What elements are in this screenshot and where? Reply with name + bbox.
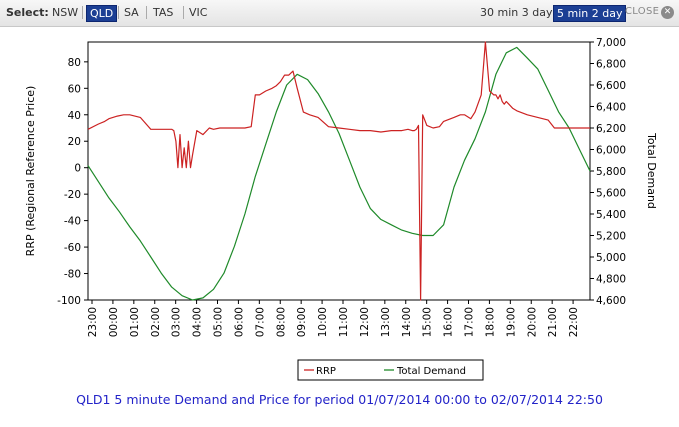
- x-tick-label: 13:00: [380, 307, 392, 337]
- chart-title: QLD1 5 minute Demand and Price for perio…: [76, 392, 603, 407]
- series-line-total-demand: [87, 46, 591, 301]
- y2-axis-ticks: 4,600 4,800 5,000 5,200 5,400 5,600 5,800 6,000…: [590, 37, 626, 307]
- close-icon[interactable]: ✕: [661, 6, 674, 19]
- y-tick-label: -40: [64, 216, 81, 228]
- y-tick-label: 40: [68, 110, 81, 122]
- region-separator: [82, 6, 83, 19]
- y-tick-label: -80: [64, 269, 81, 281]
- y-tick-label: -60: [64, 242, 81, 254]
- y-tick-label: -20: [64, 189, 81, 201]
- y2-tick-label: 4,800: [596, 274, 626, 286]
- y2-tick-label: 6,600: [596, 80, 626, 92]
- y2-tick-label: 4,600: [596, 295, 626, 307]
- x-tick-label: 19:00: [505, 307, 517, 337]
- x-tick-label: 17:00: [464, 307, 476, 337]
- y2-tick-label: 7,000: [596, 37, 626, 49]
- x-tick-label: 11:00: [338, 307, 350, 337]
- y-tick-label: -100: [57, 295, 81, 307]
- x-tick-label: 01:00: [129, 307, 141, 337]
- series-line-rrp: [87, 41, 590, 301]
- period-5min-2day-button[interactable]: 5 min 2 day: [553, 5, 627, 22]
- x-tick-label: 05:00: [213, 307, 225, 337]
- x-tick-label: 06:00: [233, 307, 245, 337]
- x-tick-label: 15:00: [422, 307, 434, 337]
- x-tick-label: 10:00: [317, 307, 329, 337]
- x-tick-label: 09:00: [296, 307, 308, 337]
- x-tick-label: 00:00: [108, 307, 120, 337]
- region-tab-sa[interactable]: SA: [121, 5, 142, 20]
- y2-tick-label: 5,800: [596, 166, 626, 178]
- y2-tick-label: 6,000: [596, 145, 626, 157]
- y-tick-label: 60: [68, 83, 81, 95]
- select-label: Select:: [6, 6, 49, 19]
- region-tab-nsw[interactable]: NSW: [49, 5, 81, 20]
- region-tab-vic[interactable]: VIC: [186, 5, 210, 20]
- y-tick-label: 20: [68, 136, 81, 148]
- y2-tick-label: 6,800: [596, 59, 626, 71]
- x-tick-label: 23:00: [87, 307, 99, 337]
- y2-tick-label: 5,200: [596, 231, 626, 243]
- y2-tick-label: 6,400: [596, 102, 626, 114]
- legend-entry-total-demand: Total Demand: [396, 366, 466, 377]
- x-tick-label: 22:00: [568, 307, 580, 337]
- x-tick-label: 12:00: [359, 307, 371, 337]
- y2-tick-label: 5,400: [596, 209, 626, 221]
- legend: RRP Total Demand: [297, 359, 484, 381]
- x-tick-label: 02:00: [150, 307, 162, 337]
- plot-area: [87, 41, 591, 301]
- y2-tick-label: 6,200: [596, 123, 626, 135]
- legend-entry-rrp: RRP: [316, 366, 336, 377]
- x-tick-label: 03:00: [171, 307, 183, 337]
- x-tick-label: 16:00: [443, 307, 455, 337]
- y-tick-label: 0: [74, 163, 81, 175]
- chart: -100 -80 -60 -40 -20 0 20 40 60 80 4,600 4,800 5,00…: [24, 37, 658, 381]
- region-separator: [146, 6, 147, 19]
- region-separator: [183, 6, 184, 19]
- region-separator: [118, 6, 119, 19]
- y-axis-label: RRP (Regional Reference Price): [24, 86, 37, 257]
- x-tick-label: 20:00: [526, 307, 538, 337]
- x-tick-label: 14:00: [401, 307, 413, 337]
- region-tab-qld[interactable]: QLD: [86, 5, 118, 22]
- y2-tick-label: 5,600: [596, 188, 626, 200]
- period-30min-3day-button[interactable]: 30 min 3 day: [477, 5, 555, 20]
- toolbar: Select: NSW QLD SA TAS VIC 30 min 3 day …: [0, 0, 679, 27]
- x-tick-label: 07:00: [254, 307, 266, 337]
- x-axis-ticks: 23:00 00:00 01:00 02:00 03:00 04:00 05:00 06:00…: [87, 300, 580, 337]
- x-tick-label: 08:00: [275, 307, 287, 337]
- y-axis-ticks: -100 -80 -60 -40 -20 0 20 40 60 80: [57, 57, 88, 307]
- series-layer: [87, 41, 591, 301]
- y2-tick-label: 5,000: [596, 252, 626, 264]
- x-tick-label: 04:00: [192, 307, 204, 337]
- close-label[interactable]: CLOSE: [625, 6, 659, 17]
- x-tick-label: 18:00: [484, 307, 496, 337]
- y-tick-label: 80: [68, 57, 81, 69]
- x-tick-label: 21:00: [547, 307, 559, 337]
- region-tab-tas[interactable]: TAS: [150, 5, 176, 20]
- y2-axis-label: Total Demand: [645, 132, 658, 209]
